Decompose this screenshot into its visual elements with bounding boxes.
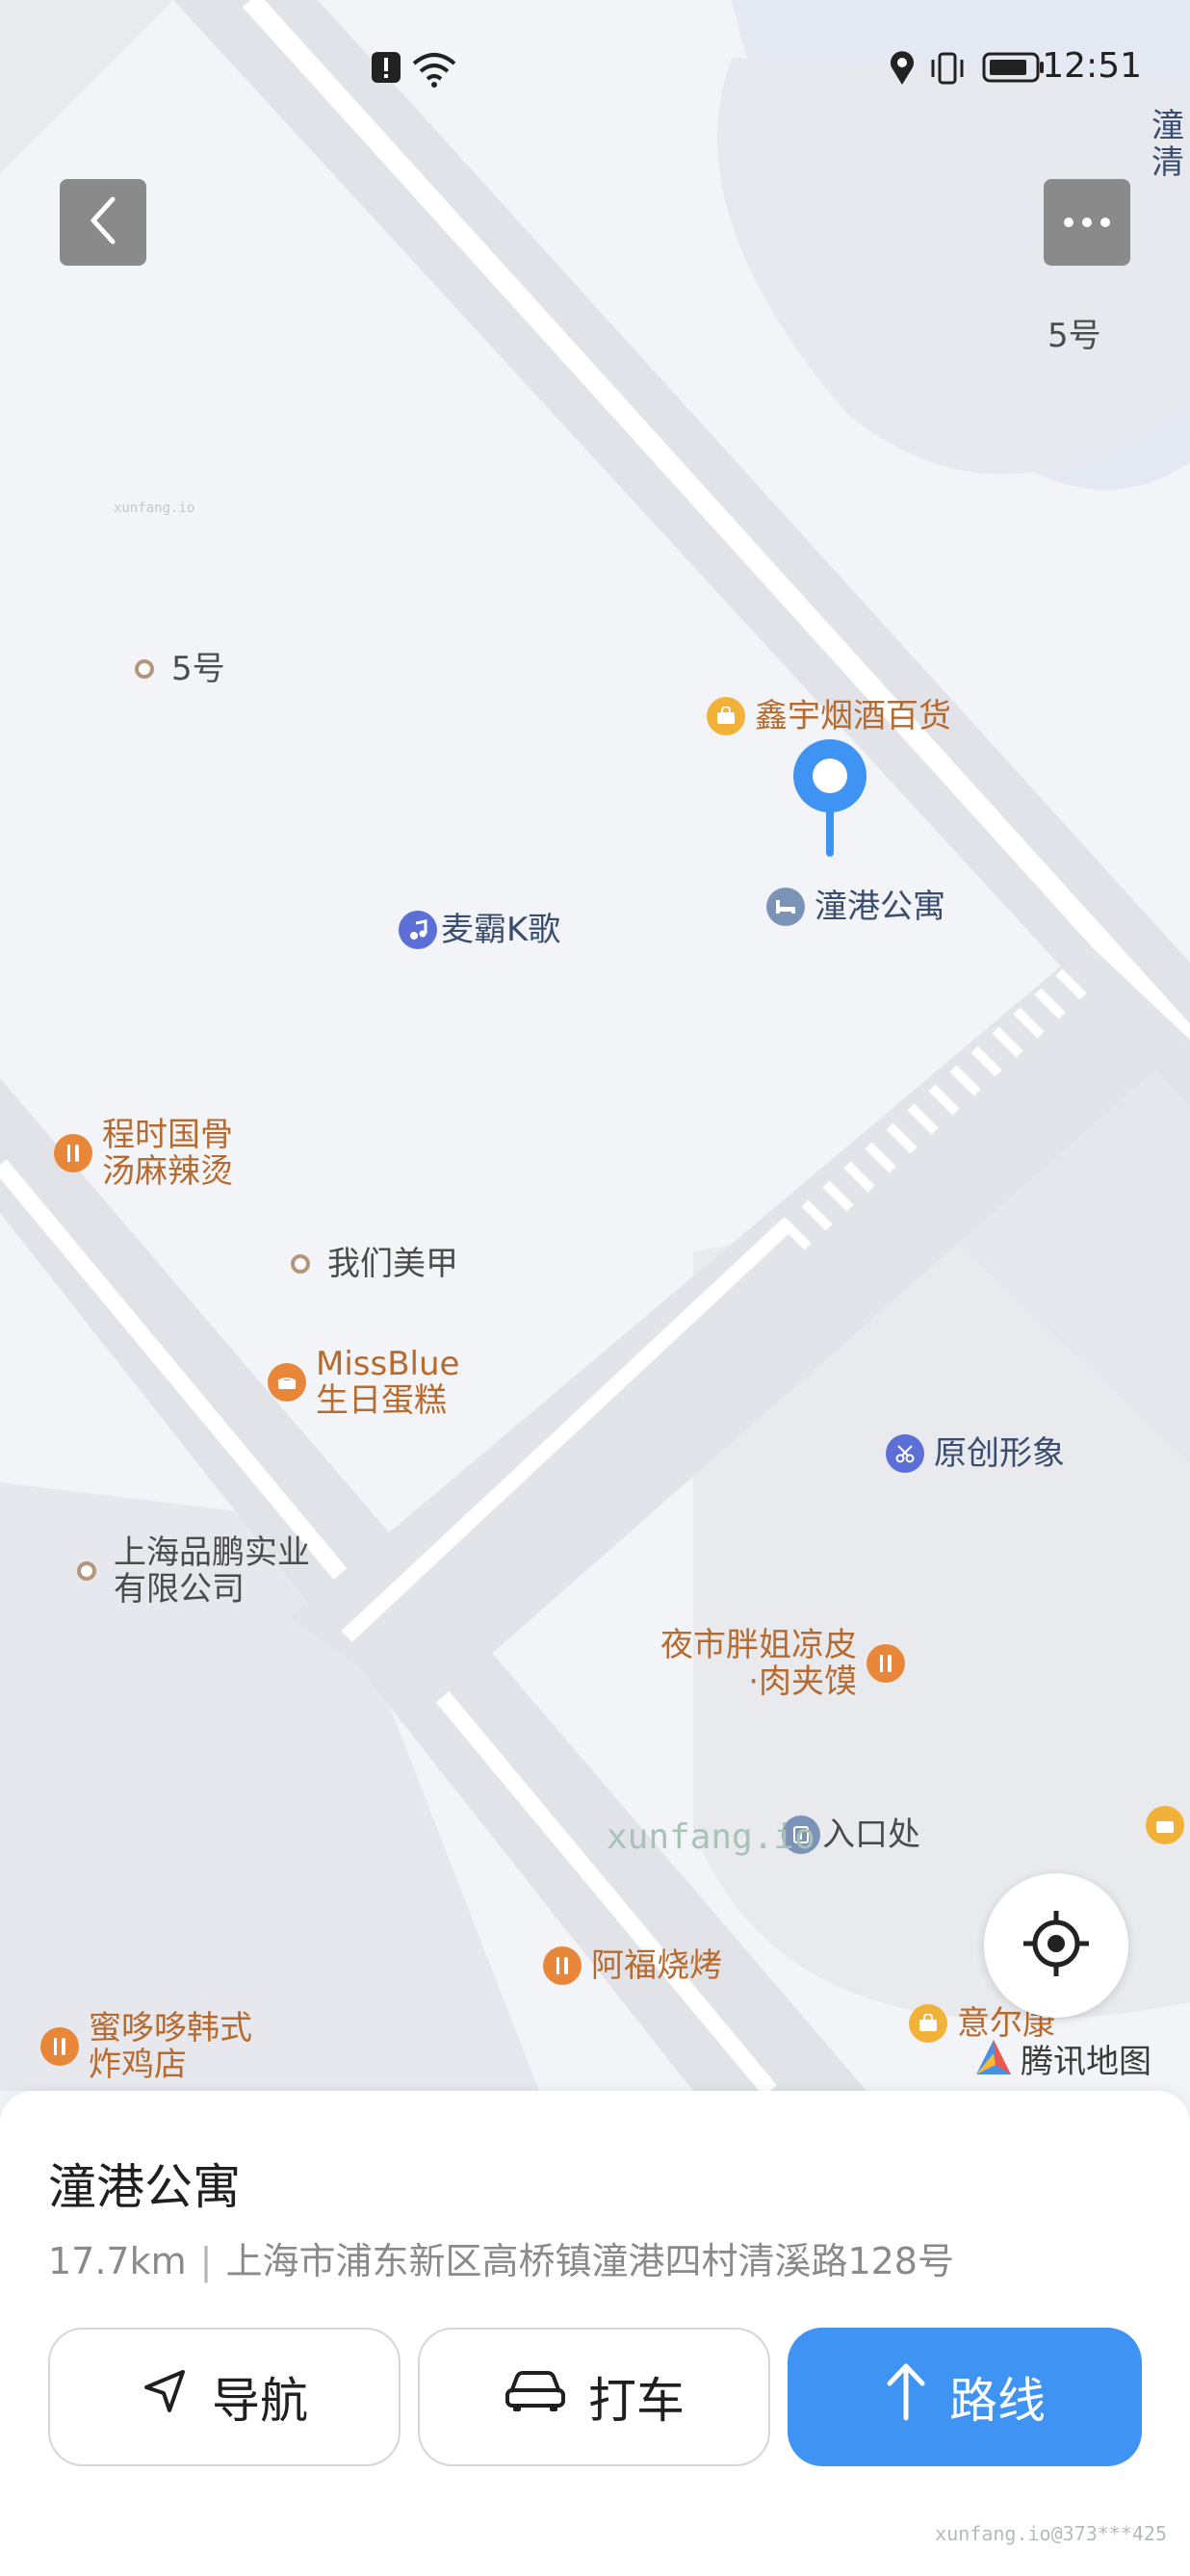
navigate-button[interactable]: 导航 xyxy=(48,2328,401,2466)
poi-dot-icon xyxy=(291,1254,310,1274)
restaurant-icon xyxy=(543,1946,582,1985)
restaurant-icon xyxy=(867,1644,905,1683)
place-address-line: 17.7km | 上海市浦东新区高桥镇潼港四村清溪路128号 xyxy=(48,2231,954,2284)
scissors-icon xyxy=(886,1434,924,1473)
shopping-bag-icon xyxy=(909,2004,947,2043)
route-button[interactable]: 路线 xyxy=(788,2328,1142,2466)
separator: | xyxy=(199,2240,213,2282)
shopping-bag-icon xyxy=(707,697,745,735)
map-poi-midodo[interactable]: 蜜哆哆韩式 炸鸡店 xyxy=(40,2010,252,2083)
map-poi-edge-shop[interactable] xyxy=(1146,1806,1190,1844)
map-label-edge: 潼 清 xyxy=(1151,107,1184,182)
place-details-sheet: 潼港公寓 17.7km | 上海市浦东新区高桥镇潼港四村清溪路128号 导航 打车 … xyxy=(0,2091,1190,2576)
locate-target-icon xyxy=(1020,1907,1093,1984)
shopping-bag-icon xyxy=(1146,1806,1184,1844)
clock: 12:51 xyxy=(1042,46,1142,86)
map-watermark-small: xunfang.io xyxy=(114,501,195,516)
chevron-left-icon xyxy=(84,193,122,251)
map-poi-afu[interactable]: 阿福烧烤 xyxy=(543,1946,722,1985)
map-poi-yuanchuang[interactable]: 原创形象 xyxy=(886,1434,1065,1473)
map-poi-xinyu[interactable]: 鑫宇烟酒百货 xyxy=(707,697,951,735)
taxi-button[interactable]: 打车 xyxy=(418,2328,770,2466)
battery-icon xyxy=(982,50,1046,89)
map-poi-yeshi[interactable]: 夜市胖姐凉皮 ·肉夹馍 xyxy=(660,1627,915,1700)
music-note-icon xyxy=(399,911,437,949)
cake-icon xyxy=(268,1363,306,1402)
poi-dot-icon xyxy=(77,1561,96,1581)
vibrate-icon xyxy=(928,50,967,90)
place-distance: 17.7km xyxy=(48,2240,187,2282)
map-poi-chengshi[interactable]: 程时国骨 汤麻辣烫 xyxy=(54,1117,233,1190)
taxi-label: 打车 xyxy=(588,2373,685,2429)
map-brand: 腾讯地图 xyxy=(972,2035,1151,2082)
map-poi-meijia[interactable]: 我们美甲 xyxy=(291,1246,458,1282)
map-poi-number[interactable]: 5号 xyxy=(135,651,225,687)
map-label-number: 5号 xyxy=(1048,317,1101,355)
map-watermark: xunfang.io xyxy=(607,1817,815,1857)
location-status-icon xyxy=(888,50,917,90)
restaurant-icon xyxy=(40,2027,79,2066)
map-poi-pinpeng[interactable]: 上海品鹏实业 有限公司 xyxy=(77,1534,310,1608)
poi-dot-icon xyxy=(135,659,154,679)
route-label: 路线 xyxy=(949,2373,1046,2429)
restaurant-icon xyxy=(54,1134,92,1172)
footer-watermark: xunfang.io@373***425 xyxy=(935,2522,1167,2545)
map-poi-tonggang[interactable]: 潼港公寓 xyxy=(766,888,945,926)
locate-button[interactable] xyxy=(984,1873,1128,2018)
route-arrow-icon xyxy=(884,2360,949,2434)
alert-icon xyxy=(370,50,402,89)
map-poi-maiba[interactable]: 麦霸K歌 xyxy=(399,911,560,949)
place-address: 上海市浦东新区高桥镇潼港四村清溪路128号 xyxy=(225,2240,954,2282)
back-button[interactable] xyxy=(60,179,146,266)
car-icon xyxy=(504,2367,588,2427)
navigate-label: 导航 xyxy=(212,2373,308,2429)
tencent-map-logo-icon xyxy=(972,2036,1015,2082)
map-poi-missblue[interactable]: MissBlue 生日蛋糕 xyxy=(268,1346,459,1419)
navigation-arrow-icon xyxy=(141,2366,212,2428)
more-dots-icon xyxy=(1063,214,1111,232)
status-bar: 12:51 xyxy=(0,0,1190,135)
bed-icon xyxy=(766,888,805,926)
more-button[interactable] xyxy=(1044,179,1130,266)
wifi-icon xyxy=(410,50,458,92)
place-title: 潼港公寓 xyxy=(48,2159,241,2215)
